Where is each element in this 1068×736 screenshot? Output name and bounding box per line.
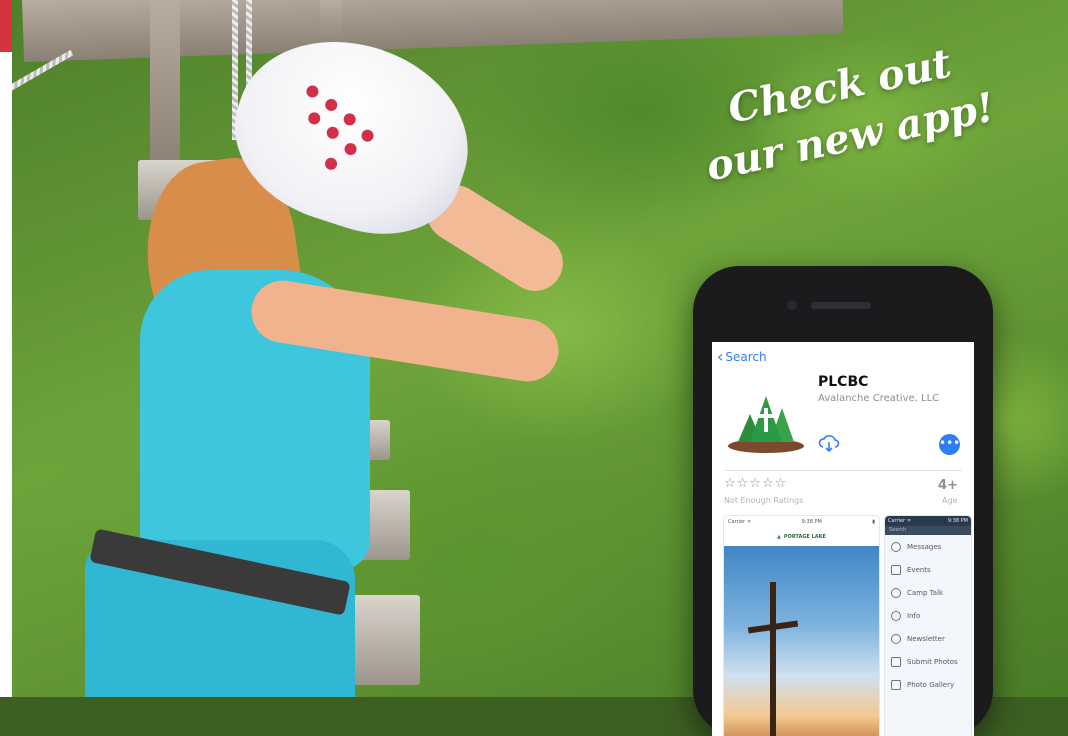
helmet-vent <box>342 141 359 157</box>
chat-icon <box>891 587 901 598</box>
helmet-vent <box>306 110 322 126</box>
menu-item-label: Submit Photos <box>907 657 958 666</box>
battery-icon: ▮ <box>872 519 875 525</box>
menu-item-label: Messages <box>907 542 942 551</box>
helmet-vent <box>325 125 341 141</box>
sunset-sky-photo <box>724 546 879 736</box>
status-carrier: Carrier ᯤ <box>888 518 912 524</box>
status-time: 9:38 PM <box>947 518 968 524</box>
menu-item: Events <box>885 558 971 581</box>
ratings-label: Not Enough Ratings <box>724 496 804 505</box>
status-carrier: Carrier ᯤ <box>728 519 752 525</box>
wooden-beam <box>22 0 844 62</box>
back-label: Search <box>725 350 767 364</box>
app-name: PLCBC <box>818 374 869 390</box>
menu-item-label: Events <box>907 565 931 574</box>
menu-item-label: Photo Gallery <box>907 680 955 689</box>
menu-item-label: Info <box>907 611 921 620</box>
developer-name[interactable]: Avalanche Creative, LLC <box>818 393 939 404</box>
divider <box>724 470 962 471</box>
menu-item: Messages <box>885 535 971 558</box>
app-icon[interactable] <box>724 378 808 462</box>
camera-icon <box>891 656 901 667</box>
menu-item-label: Newsletter <box>907 634 945 643</box>
logo-tree-icon: ▲ <box>777 534 781 540</box>
helmet-vent <box>304 83 321 100</box>
phone-mockup: ‹ Search PLCBC Avalanche Creative, LLC •… <box>693 266 993 736</box>
gallery-icon <box>891 679 901 690</box>
age-rating: 4+ <box>938 478 958 493</box>
app-screenshot-menu[interactable]: Carrier ᯤ 9:38 PM Search Messages Events… <box>885 516 971 736</box>
status-bar: Carrier ᯤ 9:38 PM ▮ <box>724 516 879 528</box>
menu-item: Camp Talk <box>885 581 971 604</box>
cloud-download-icon[interactable] <box>818 434 840 452</box>
menu-item-label: Camp Talk <box>907 588 944 597</box>
menu-item: Submit Photos <box>885 650 971 673</box>
chevron-left-icon: ‹ <box>717 347 724 366</box>
helmet-vent <box>342 111 358 127</box>
newsletter-icon <box>891 633 901 644</box>
rating-stars: ☆☆☆☆☆ <box>724 476 788 491</box>
menu-item: Info <box>885 604 971 627</box>
left-border <box>0 52 12 697</box>
front-camera <box>787 300 797 310</box>
menu-item: Photo Gallery <box>885 673 971 696</box>
status-time: 9:38 PM <box>801 519 822 525</box>
phone-speaker <box>811 302 871 309</box>
app-store-screen: ‹ Search PLCBC Avalanche Creative, LLC •… <box>712 342 974 736</box>
brand-corner-mark <box>0 0 12 52</box>
calendar-icon <box>891 564 901 575</box>
menu-item: Newsletter <box>885 627 971 650</box>
age-label: Age <box>942 496 958 505</box>
bell-icon <box>891 541 901 552</box>
app-header: ▲ PORTAGE LAKE <box>724 528 879 547</box>
menu-search-bar: Search <box>885 526 971 535</box>
cross-icon <box>770 582 776 736</box>
app-screenshot-home[interactable]: Carrier ᯤ 9:38 PM ▮ ▲ PORTAGE LAKE <box>724 516 879 736</box>
more-button[interactable]: ••• <box>939 434 960 455</box>
wooden-post <box>150 0 180 170</box>
header-logo-text: PORTAGE LAKE <box>783 534 826 540</box>
info-icon <box>891 610 901 621</box>
helmet-vent <box>359 128 376 144</box>
helmet-vent <box>323 156 339 172</box>
status-bar: Carrier ᯤ 9:38 PM <box>885 516 971 526</box>
back-search-link[interactable]: ‹ Search <box>717 347 767 366</box>
helmet-vent <box>323 97 339 113</box>
